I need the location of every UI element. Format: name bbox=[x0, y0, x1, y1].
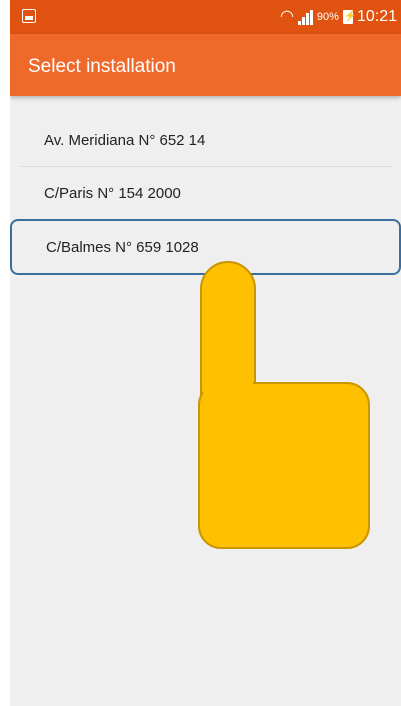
battery-percentage: 90% bbox=[316, 11, 339, 23]
phone-screen: ◠ 90% 10:21 Select installation Av. Meri… bbox=[10, 0, 401, 706]
signal-icon bbox=[297, 9, 313, 25]
installation-label: C/Balmes N° 659 1028 bbox=[46, 238, 199, 256]
installation-item-selected[interactable]: C/Balmes N° 659 1028 bbox=[10, 219, 401, 275]
installation-label: C/Paris N° 154 2000 bbox=[44, 184, 181, 202]
page-title: Select installation bbox=[28, 56, 176, 77]
installation-item[interactable]: Av. Meridiana N° 652 14 bbox=[20, 115, 391, 167]
clock: 10:21 bbox=[356, 8, 397, 25]
gallery-notification-icon bbox=[22, 9, 36, 23]
status-bar: ◠ 90% 10:21 bbox=[10, 0, 401, 34]
wifi-icon: ◠ bbox=[279, 8, 294, 25]
app-bar: Select installation bbox=[10, 34, 401, 96]
installation-label: Av. Meridiana N° 652 14 bbox=[44, 132, 206, 149]
installation-list: Av. Meridiana N° 652 14 C/Paris N° 154 2… bbox=[10, 115, 401, 275]
status-indicators: ◠ 90% 10:21 bbox=[280, 6, 397, 28]
battery-charging-icon bbox=[342, 10, 356, 24]
installation-item[interactable]: C/Paris N° 154 2000 bbox=[20, 167, 391, 219]
